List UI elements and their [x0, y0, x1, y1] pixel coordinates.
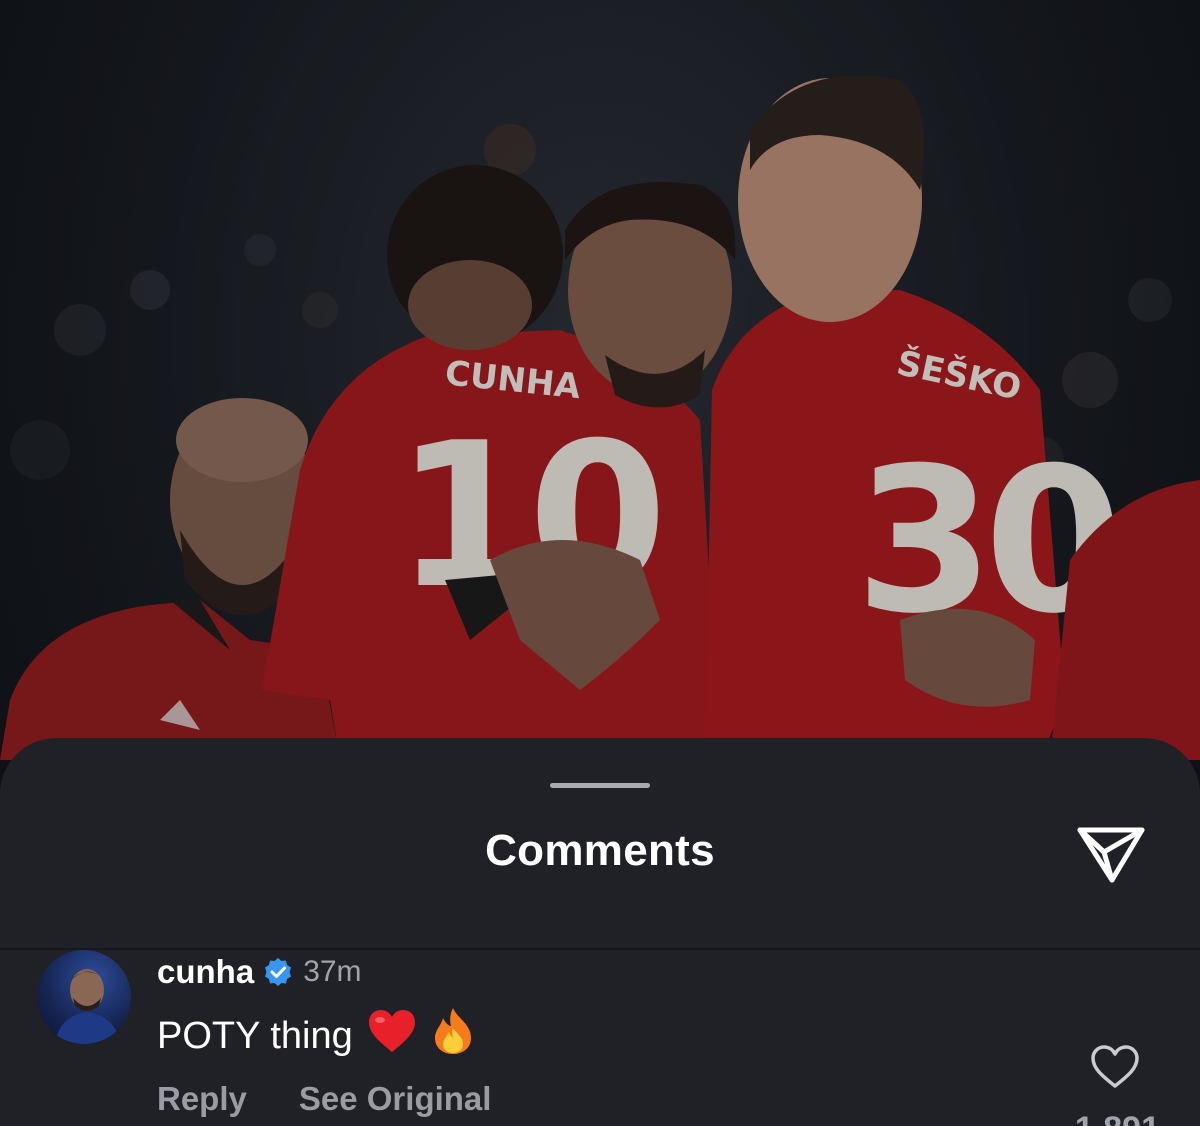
- comments-sheet: Comments cunha 37m POTY thing Reply See …: [0, 738, 1200, 1126]
- comment-header: cunha 37m: [157, 952, 362, 992]
- comment-actions: Reply See Original: [157, 1080, 491, 1118]
- fire-emoji: [431, 1006, 475, 1066]
- share-button[interactable]: [1074, 824, 1148, 886]
- sheet-title: Comments: [485, 826, 715, 875]
- paper-plane-icon: [1077, 827, 1145, 883]
- comment-username[interactable]: cunha: [157, 953, 254, 991]
- avatar[interactable]: [37, 950, 131, 1044]
- post-viewer: CUNHA 10 ŠEŠKO 30 Comments cunha 37m POT…: [0, 0, 1200, 1126]
- verified-badge-icon: [263, 957, 293, 987]
- comment-body: POTY thing: [157, 1006, 475, 1066]
- comment-text: POTY thing: [157, 1014, 353, 1057]
- reply-button[interactable]: Reply: [157, 1080, 247, 1118]
- avatar-image: [55, 969, 121, 1044]
- comment-timestamp: 37m: [303, 955, 362, 988]
- comment-item: cunha 37m POTY thing Reply See Original: [0, 950, 1200, 1126]
- like-button[interactable]: [1090, 1044, 1140, 1090]
- heart-outline-icon: [1091, 1045, 1139, 1088]
- red-heart-emoji: [367, 1008, 417, 1064]
- sheet-grabber[interactable]: [550, 783, 650, 788]
- see-original-button[interactable]: See Original: [299, 1080, 492, 1118]
- like-count: 1,891: [1075, 1110, 1160, 1126]
